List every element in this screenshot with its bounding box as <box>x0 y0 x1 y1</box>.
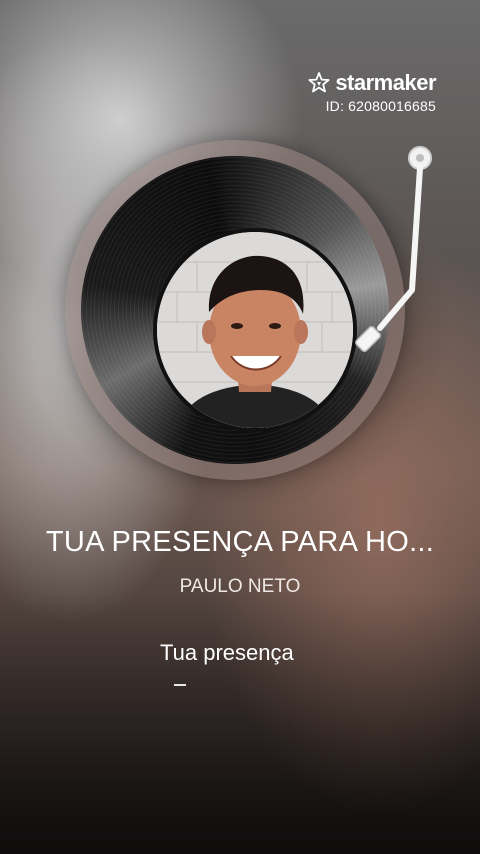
bottom-shade <box>0 594 480 854</box>
brand-name: starmaker <box>335 70 436 95</box>
user-id: ID: 62080016685 <box>325 98 436 114</box>
singer-photo <box>157 232 353 428</box>
lyric-current-line: Tua presença <box>160 640 294 665</box>
brand-watermark: starmaker ID: 62080016685 <box>307 70 436 114</box>
artist-name: PAULO NETO <box>179 576 301 597</box>
lyric-progress-marker <box>174 684 186 686</box>
starmaker-logo-icon <box>308 72 330 93</box>
tonearm-icon <box>355 146 432 352</box>
song-title: TUA PRESENÇA PARA HO... <box>45 526 435 558</box>
